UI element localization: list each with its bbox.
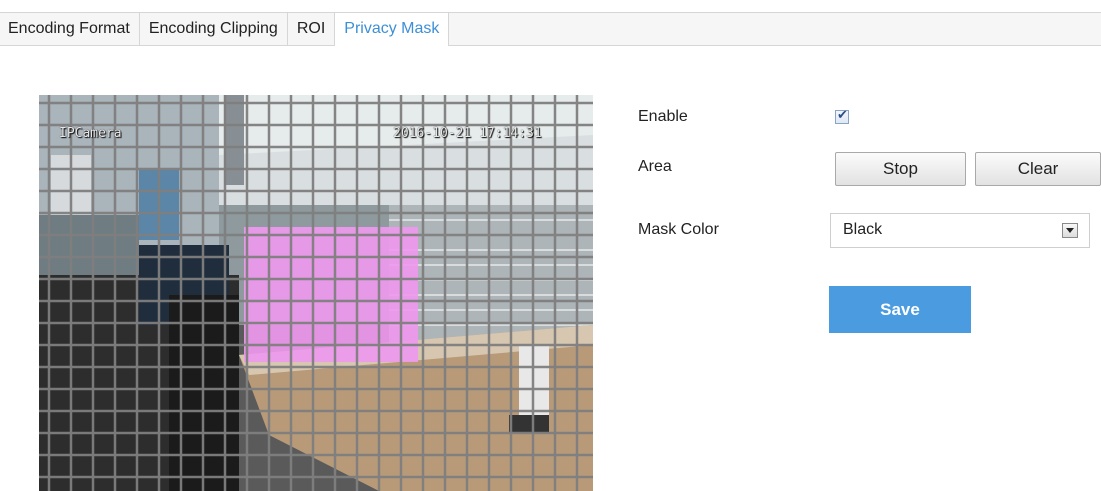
clear-button[interactable]: Clear [975, 152, 1101, 186]
stop-button[interactable]: Stop [835, 152, 966, 186]
mask-color-value: Black [843, 221, 883, 238]
area-label: Area [638, 158, 672, 175]
enable-label: Enable [638, 108, 688, 125]
osd-timestamp: 2016-10-21 17:14:31 [393, 126, 542, 141]
mask-color-select[interactable]: Black [830, 213, 1090, 248]
video-preview[interactable]: IPCamera 2016-10-21 17:14:31 [39, 95, 593, 491]
mask-color-label: Mask Color [638, 221, 719, 238]
osd-camera-name: IPCamera [59, 126, 122, 141]
tab-privacy-mask[interactable]: Privacy Mask [335, 13, 450, 46]
chevron-down-icon[interactable] [1062, 223, 1078, 238]
tab-encoding-format[interactable]: Encoding Format [0, 13, 140, 45]
tab-encoding-clipping[interactable]: Encoding Clipping [139, 13, 288, 45]
checkmark-icon: ✔ [837, 108, 848, 123]
save-button[interactable]: Save [829, 286, 971, 333]
camera-scene [39, 95, 593, 491]
enable-checkbox[interactable]: ✔ [835, 108, 849, 124]
tab-roi[interactable]: ROI [287, 13, 336, 45]
tab-bar: Encoding Format Encoding Clipping ROI Pr… [0, 12, 1101, 46]
